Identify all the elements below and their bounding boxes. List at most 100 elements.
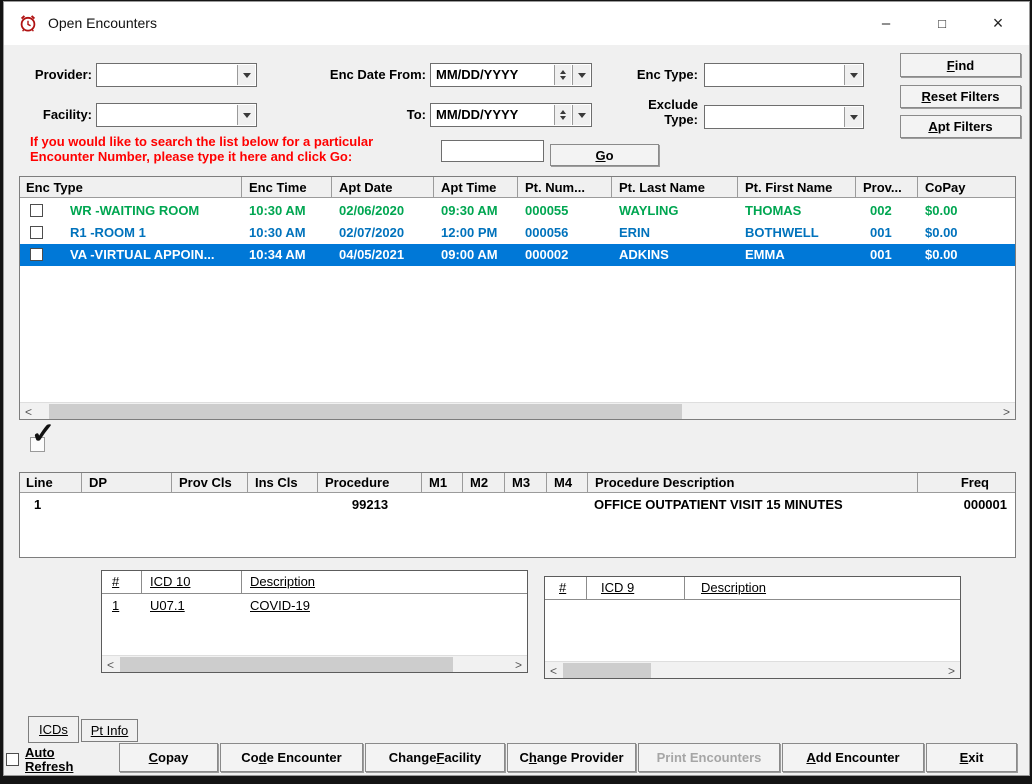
- apt-filters-button[interactable]: Apt Filters: [900, 115, 1021, 138]
- enc-cell-pt-num: 000002: [518, 244, 612, 266]
- scrollbar-thumb[interactable]: [120, 657, 453, 672]
- scrollbar-thumb[interactable]: [49, 404, 682, 419]
- column-header-pt-first-name[interactable]: Pt. First Name: [738, 177, 856, 198]
- enc-cell-enc-time: 10:30 AM: [242, 200, 332, 222]
- icd10-horizontal-scrollbar[interactable]: < >: [102, 655, 527, 672]
- reset-filters-button[interactable]: Reset Filters: [900, 85, 1021, 108]
- icd10-cell-code: U07.1: [150, 596, 185, 616]
- encounter-row[interactable]: R1 -ROOM 1 10:30 AM 02/07/2020 12:00 PM …: [20, 222, 1015, 244]
- chevron-down-icon[interactable]: [572, 105, 590, 125]
- proc-cell-freq: 000001: [918, 495, 1015, 515]
- icd10-cell-description: COVID-19: [250, 596, 310, 616]
- enc-date-from-input[interactable]: MM/DD/YYYY: [430, 63, 592, 87]
- chevron-down-icon[interactable]: [844, 107, 862, 127]
- encounter-row[interactable]: WR -WAITING ROOM 10:30 AM 02/06/2020 09:…: [20, 200, 1015, 222]
- scroll-right-icon[interactable]: >: [943, 662, 960, 679]
- change-provider-button[interactable]: Change Provider: [507, 743, 636, 772]
- row-checkbox[interactable]: [30, 226, 43, 239]
- encounter-number-input[interactable]: [441, 140, 544, 162]
- icd9-horizontal-scrollbar[interactable]: < >: [545, 661, 960, 678]
- encounter-row-selected[interactable]: VA -VIRTUAL APPOIN... 10:34 AM 04/05/202…: [20, 244, 1015, 266]
- column-header-enc-type[interactable]: Enc Type: [20, 177, 242, 198]
- chevron-down-icon[interactable]: [572, 65, 590, 85]
- enc-cell-apt-date: 02/06/2020: [332, 200, 434, 222]
- date-spinner-icon[interactable]: [554, 105, 571, 125]
- date-spinner-icon[interactable]: [554, 65, 571, 85]
- enc-cell-copay: $0.00: [918, 200, 1015, 222]
- scroll-left-icon[interactable]: <: [102, 656, 119, 673]
- icd10-header-code[interactable]: ICD 10: [142, 571, 242, 593]
- column-header-pt-last-name[interactable]: Pt. Last Name: [612, 177, 738, 198]
- exit-button[interactable]: Exit: [926, 743, 1017, 772]
- minimize-button[interactable]: –: [863, 2, 909, 45]
- auto-refresh-label-line1[interactable]: Auto: [25, 745, 55, 760]
- close-button[interactable]: ×: [975, 2, 1021, 45]
- column-header-dp: DP: [82, 473, 172, 493]
- scrollbar-thumb[interactable]: [563, 663, 651, 678]
- enc-cell-prov: 002: [856, 200, 918, 222]
- check-mark-icon: ✓: [31, 418, 55, 450]
- encounters-table: Enc Type Enc Time Apt Date Apt Time Pt. …: [19, 176, 1016, 420]
- exclude-type-select[interactable]: [704, 105, 864, 129]
- change-facility-button[interactable]: Change Facility: [365, 743, 505, 772]
- chevron-down-icon[interactable]: [844, 65, 862, 85]
- exclude-type-label-line1: Exclude: [604, 97, 698, 112]
- chevron-down-icon[interactable]: [237, 105, 255, 125]
- column-header-procedure: Procedure: [318, 473, 422, 493]
- enc-cell-prov: 001: [856, 222, 918, 244]
- auto-refresh-checkbox[interactable]: [6, 753, 19, 766]
- chevron-down-icon[interactable]: [237, 65, 255, 85]
- column-header-m2: M2: [463, 473, 505, 493]
- icd10-header-description[interactable]: Description: [242, 571, 528, 593]
- select-all-check-icon[interactable]: ✓: [28, 424, 60, 456]
- column-header-copay[interactable]: CoPay: [918, 177, 1015, 198]
- icd9-header-divider: [545, 599, 960, 600]
- auto-refresh-label-line2[interactable]: Refresh: [25, 759, 73, 774]
- copay-button[interactable]: Copay: [119, 743, 218, 772]
- enc-cell-apt-time: 12:00 PM: [434, 222, 518, 244]
- enc-cell-apt-date: 02/07/2020: [332, 222, 434, 244]
- code-encounter-button[interactable]: Code Encounter: [220, 743, 363, 772]
- icd10-header-num[interactable]: #: [102, 571, 142, 593]
- row-checkbox[interactable]: [30, 204, 43, 217]
- tab-pt-info[interactable]: Pt Info: [81, 719, 138, 742]
- encounters-horizontal-scrollbar[interactable]: < >: [20, 402, 1015, 419]
- enc-type-select[interactable]: [704, 63, 864, 87]
- alarm-clock-icon: [18, 13, 38, 33]
- procedure-row[interactable]: 1 99213 OFFICE OUTPATIENT VISIT 15 MINUT…: [20, 495, 1015, 515]
- icd9-table: # ICD 9 Description < >: [544, 576, 961, 679]
- icd9-header-description[interactable]: Description: [685, 577, 961, 599]
- column-header-enc-time[interactable]: Enc Time: [242, 177, 332, 198]
- enc-cell-apt-time: 09:00 AM: [434, 244, 518, 266]
- column-header-apt-date[interactable]: Apt Date: [332, 177, 434, 198]
- row-checkbox[interactable]: [30, 248, 43, 261]
- add-encounter-button[interactable]: Add Encounter: [782, 743, 924, 772]
- icd9-header-num[interactable]: #: [545, 577, 587, 599]
- column-header-apt-time[interactable]: Apt Time: [434, 177, 518, 198]
- scroll-right-icon[interactable]: >: [510, 656, 527, 673]
- enc-cell-pt-num: 000056: [518, 222, 612, 244]
- tab-icds-label: ICDs: [39, 722, 68, 737]
- go-button[interactable]: Go: [550, 144, 659, 166]
- column-header-pt-num[interactable]: Pt. Num...: [518, 177, 612, 198]
- column-header-prov[interactable]: Prov...: [856, 177, 918, 198]
- tab-pt-info-label: Pt Info: [91, 723, 129, 738]
- enc-date-from-value: MM/DD/YYYY: [436, 65, 518, 85]
- maximize-button[interactable]: □: [919, 2, 965, 45]
- icd9-header-code[interactable]: ICD 9: [587, 577, 685, 599]
- proc-cell-line: 1: [20, 495, 82, 515]
- enc-cell-enc-time: 10:30 AM: [242, 222, 332, 244]
- exclude-type-label-line2: Type:: [604, 112, 698, 127]
- window-title: Open Encounters: [48, 2, 157, 45]
- enc-type-label: Enc Type:: [604, 67, 698, 82]
- find-button[interactable]: Find: [900, 53, 1021, 77]
- scroll-right-icon[interactable]: >: [998, 403, 1015, 420]
- title-bar: Open Encounters – □ ×: [4, 2, 1029, 45]
- tab-icds[interactable]: ICDs: [28, 716, 79, 743]
- icd10-cell-num: 1: [112, 596, 119, 616]
- enc-cell-apt-date: 04/05/2021: [332, 244, 434, 266]
- enc-date-to-input[interactable]: MM/DD/YYYY: [430, 103, 592, 127]
- scroll-left-icon[interactable]: <: [545, 662, 562, 679]
- facility-select[interactable]: [96, 103, 257, 127]
- provider-select[interactable]: [96, 63, 257, 87]
